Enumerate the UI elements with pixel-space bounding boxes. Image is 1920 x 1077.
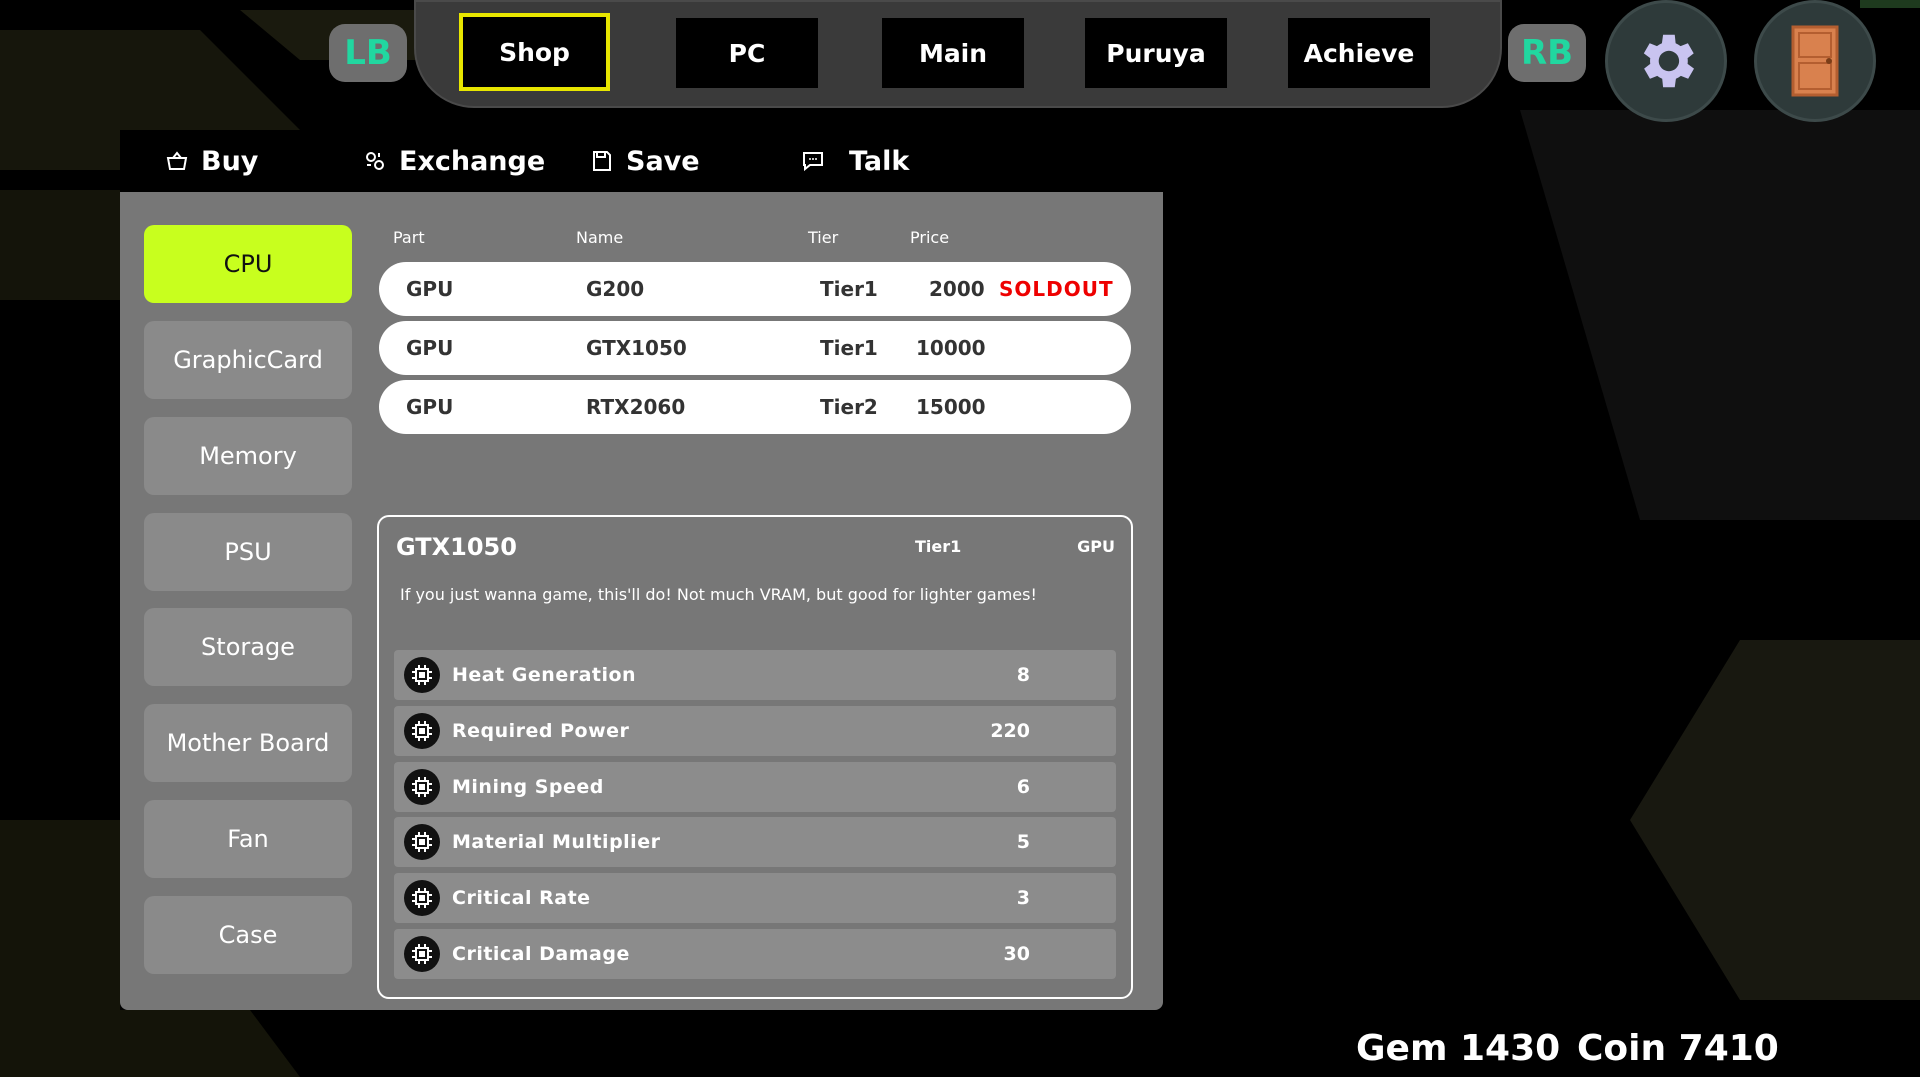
- gem-counter: Gem 1430: [1356, 1028, 1561, 1069]
- header-name: Name: [576, 228, 624, 247]
- header-price: Price: [910, 228, 950, 247]
- door-icon: [1791, 25, 1839, 97]
- tab-save-label: Save: [626, 145, 700, 177]
- tab-puruya[interactable]: Puruya: [1085, 18, 1227, 88]
- table-row[interactable]: GPU GTX1050 Tier1 10000: [379, 321, 1131, 375]
- chip-icon: [404, 936, 440, 972]
- row-part: GPU: [406, 277, 454, 301]
- stat-label: Material Multiplier: [452, 831, 661, 853]
- chat-icon: [803, 152, 823, 172]
- stat-label: Required Power: [452, 720, 630, 742]
- tab-exchange-label: Exchange: [399, 145, 546, 177]
- row-part: GPU: [406, 395, 454, 419]
- row-name: GTX1050: [586, 336, 687, 360]
- category-graphiccard[interactable]: GraphicCard: [144, 321, 352, 399]
- stat-value: 220: [990, 720, 1030, 742]
- row-tier: Tier1: [820, 277, 878, 301]
- row-name: G200: [586, 277, 645, 301]
- stat-row: Critical Damage 30: [394, 929, 1116, 979]
- shop-panel: CPU GraphicCard Memory PSU Storage Mothe…: [120, 192, 1163, 1010]
- detail-part: GPU: [1077, 537, 1115, 556]
- gear-icon: [1643, 34, 1694, 88]
- table-row[interactable]: GPU RTX2060 Tier2 15000: [379, 380, 1131, 434]
- stat-value: 3: [1016, 887, 1030, 909]
- stat-label: Critical Damage: [452, 943, 630, 965]
- stat-row: Heat Generation 8: [394, 650, 1116, 700]
- header-part: Part: [393, 228, 425, 247]
- detail-name: GTX1050: [396, 533, 517, 561]
- category-case[interactable]: Case: [144, 896, 352, 974]
- chip-icon: [404, 769, 440, 805]
- tab-talk[interactable]: Talk: [801, 130, 909, 192]
- exit-button[interactable]: [1754, 0, 1876, 122]
- category-memory[interactable]: Memory: [144, 417, 352, 495]
- stat-label: Critical Rate: [452, 887, 591, 909]
- chip-icon: [404, 880, 440, 916]
- right-bumper[interactable]: RB: [1508, 24, 1586, 82]
- row-price: 15000: [916, 395, 986, 419]
- stat-row: Material Multiplier 5: [394, 817, 1116, 867]
- row-price: 10000: [916, 336, 986, 360]
- tab-shop[interactable]: Shop: [459, 13, 610, 91]
- row-tier: Tier1: [820, 336, 878, 360]
- tab-talk-label: Talk: [849, 145, 910, 177]
- tab-pc[interactable]: PC: [676, 18, 818, 88]
- category-psu[interactable]: PSU: [144, 513, 352, 591]
- stat-row: Mining Speed 6: [394, 762, 1116, 812]
- basket-icon: [166, 151, 188, 170]
- category-storage[interactable]: Storage: [144, 608, 352, 686]
- stat-value: 8: [1016, 664, 1030, 686]
- detail-description: If you just wanna game, this'll do! Not …: [400, 585, 1037, 604]
- category-cpu[interactable]: CPU: [144, 225, 352, 303]
- chip-icon: [404, 657, 440, 693]
- stat-value: 30: [1003, 943, 1030, 965]
- chip-icon: [404, 824, 440, 860]
- panel-tab-bar: Buy Exchange Save Talk: [120, 130, 1163, 192]
- coin-counter: Coin 7410: [1577, 1028, 1779, 1069]
- stat-value: 6: [1016, 776, 1030, 798]
- row-price: 2000: [929, 277, 985, 301]
- row-tier: Tier2: [820, 395, 878, 419]
- tab-save[interactable]: Save: [590, 130, 700, 192]
- row-part: GPU: [406, 336, 454, 360]
- detail-tier: Tier1: [915, 537, 962, 556]
- tab-exchange[interactable]: Exchange: [363, 130, 545, 192]
- tab-achieve[interactable]: Achieve: [1288, 18, 1430, 88]
- soldout-badge: SOLDOUT: [999, 277, 1114, 301]
- stat-label: Mining Speed: [452, 776, 604, 798]
- header-tier: Tier: [808, 228, 839, 247]
- tab-main[interactable]: Main: [882, 18, 1024, 88]
- stat-row: Critical Rate 3: [394, 873, 1116, 923]
- category-fan[interactable]: Fan: [144, 800, 352, 878]
- stat-value: 5: [1016, 831, 1030, 853]
- chip-icon: [404, 713, 440, 749]
- tab-buy[interactable]: Buy: [165, 130, 258, 192]
- category-mother-board[interactable]: Mother Board: [144, 704, 352, 782]
- left-bumper[interactable]: LB: [329, 24, 407, 82]
- row-name: RTX2060: [586, 395, 686, 419]
- stat-label: Heat Generation: [452, 664, 637, 686]
- save-icon: [593, 151, 611, 171]
- stat-row: Required Power 220: [394, 706, 1116, 756]
- tab-buy-label: Buy: [201, 145, 259, 177]
- table-row[interactable]: GPU G200 Tier1 2000 SOLDOUT: [379, 262, 1131, 316]
- settings-button[interactable]: [1605, 0, 1727, 122]
- game-screen: LB Shop PC Main Puruya Achieve RB Buy Ex…: [0, 0, 1920, 1077]
- exchange-icon: [366, 152, 384, 170]
- item-detail-card: GTX1050 Tier1 GPU If you just wanna game…: [377, 515, 1133, 999]
